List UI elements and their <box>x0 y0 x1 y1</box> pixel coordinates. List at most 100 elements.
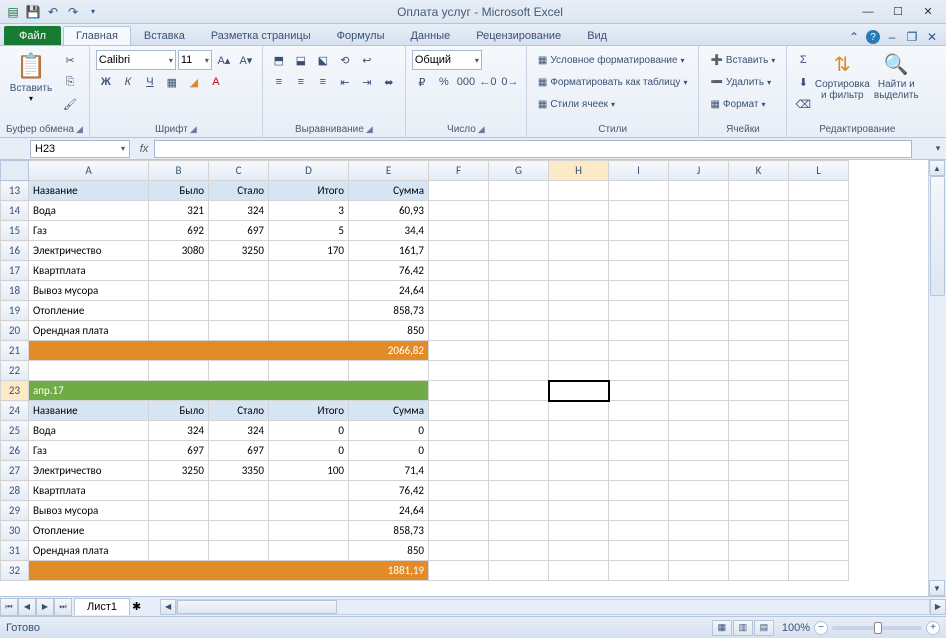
maximize-button[interactable]: ☐ <box>884 3 912 21</box>
zoom-handle[interactable] <box>874 622 882 634</box>
cell-H29[interactable] <box>549 501 609 521</box>
wrap-text-button[interactable]: ↩ <box>357 50 377 70</box>
cell-J22[interactable] <box>669 361 729 381</box>
zoom-level[interactable]: 100% <box>782 622 810 634</box>
cell-C26[interactable]: 697 <box>209 441 269 461</box>
cell-L14[interactable] <box>789 201 849 221</box>
cell-D28[interactable] <box>269 481 349 501</box>
cell-D31[interactable] <box>269 541 349 561</box>
cell-F21[interactable] <box>429 341 489 361</box>
cell-B29[interactable] <box>149 501 209 521</box>
cell-E14[interactable]: 60,93 <box>349 201 429 221</box>
cell-C31[interactable] <box>209 541 269 561</box>
redo-icon[interactable]: ↷ <box>64 3 82 21</box>
cell-L29[interactable] <box>789 501 849 521</box>
cell-G27[interactable] <box>489 461 549 481</box>
cell-B19[interactable] <box>149 301 209 321</box>
align-right-button[interactable]: ≡ <box>313 72 333 92</box>
delete-cells-button[interactable]: ➖Удалить▾ <box>705 72 780 92</box>
clear-button[interactable]: ⌫ <box>793 94 813 114</box>
align-middle-button[interactable]: ⬓ <box>291 50 311 70</box>
cell-G20[interactable] <box>489 321 549 341</box>
row-header-20[interactable]: 20 <box>1 321 29 341</box>
border-button[interactable]: ▦ <box>162 72 182 92</box>
number-format-select[interactable]: Общий▾ <box>412 50 482 70</box>
column-header-H[interactable]: H <box>549 161 609 181</box>
cell-A31[interactable]: Орендная плата <box>29 541 149 561</box>
cell-F26[interactable] <box>429 441 489 461</box>
sort-filter-button[interactable]: ⇅ Сортировка и фильтр <box>817 50 867 103</box>
cell-L13[interactable] <box>789 181 849 201</box>
new-sheet-button[interactable]: ✱ <box>132 600 152 613</box>
zoom-slider[interactable] <box>832 626 922 630</box>
cell-H15[interactable] <box>549 221 609 241</box>
cut-button[interactable]: ✂ <box>60 50 80 70</box>
cell-L22[interactable] <box>789 361 849 381</box>
row-header-19[interactable]: 19 <box>1 301 29 321</box>
cell-K24[interactable] <box>729 401 789 421</box>
cell-J29[interactable] <box>669 501 729 521</box>
cell-I22[interactable] <box>609 361 669 381</box>
cell-E27[interactable]: 71,4 <box>349 461 429 481</box>
row-header-22[interactable]: 22 <box>1 361 29 381</box>
cell-G25[interactable] <box>489 421 549 441</box>
cell-I15[interactable] <box>609 221 669 241</box>
cell-A25[interactable]: Вода <box>29 421 149 441</box>
formula-bar-expand-icon[interactable]: ▾ <box>930 143 946 154</box>
cell-K32[interactable] <box>729 561 789 581</box>
cell-A23[interactable]: апр.17 <box>29 381 429 401</box>
cell-A24[interactable]: Название <box>29 401 149 421</box>
cell-G23[interactable] <box>489 381 549 401</box>
cell-H17[interactable] <box>549 261 609 281</box>
column-header-D[interactable]: D <box>269 161 349 181</box>
cell-B17[interactable] <box>149 261 209 281</box>
align-launcher-icon[interactable]: ◢ <box>366 124 373 135</box>
vscroll-thumb[interactable] <box>930 176 945 296</box>
cell-F18[interactable] <box>429 281 489 301</box>
cell-C22[interactable] <box>209 361 269 381</box>
cell-E18[interactable]: 24,64 <box>349 281 429 301</box>
cell-I16[interactable] <box>609 241 669 261</box>
cell-C20[interactable] <box>209 321 269 341</box>
cell-E22[interactable] <box>349 361 429 381</box>
cell-K13[interactable] <box>729 181 789 201</box>
merge-button[interactable]: ⬌ <box>379 72 399 92</box>
save-icon[interactable]: 💾 <box>24 3 42 21</box>
cell-A18[interactable]: Вывоз мусора <box>29 281 149 301</box>
last-sheet-button[interactable]: ⏭ <box>54 598 72 616</box>
row-header-26[interactable]: 26 <box>1 441 29 461</box>
cell-E19[interactable]: 858,73 <box>349 301 429 321</box>
cell-K17[interactable] <box>729 261 789 281</box>
currency-button[interactable]: ₽ <box>412 72 432 92</box>
cell-L31[interactable] <box>789 541 849 561</box>
shrink-font-button[interactable]: A▾ <box>236 50 256 70</box>
row-header-27[interactable]: 27 <box>1 461 29 481</box>
cell-K19[interactable] <box>729 301 789 321</box>
cell-E31[interactable]: 850 <box>349 541 429 561</box>
cell-J32[interactable] <box>669 561 729 581</box>
cell-E15[interactable]: 34,4 <box>349 221 429 241</box>
autosum-button[interactable]: Σ <box>793 50 813 70</box>
cell-E24[interactable]: Сумма <box>349 401 429 421</box>
cell-H32[interactable] <box>549 561 609 581</box>
cell-I31[interactable] <box>609 541 669 561</box>
column-header-F[interactable]: F <box>429 161 489 181</box>
cell-B26[interactable]: 697 <box>149 441 209 461</box>
font-size-select[interactable]: 11▾ <box>178 50 212 70</box>
cell-I23[interactable] <box>609 381 669 401</box>
cell-C28[interactable] <box>209 481 269 501</box>
cell-A19[interactable]: Отопление <box>29 301 149 321</box>
cell-J17[interactable] <box>669 261 729 281</box>
cell-L16[interactable] <box>789 241 849 261</box>
cell-B27[interactable]: 3250 <box>149 461 209 481</box>
cell-B22[interactable] <box>149 361 209 381</box>
column-header-B[interactable]: B <box>149 161 209 181</box>
cell-D30[interactable] <box>269 521 349 541</box>
cell-J27[interactable] <box>669 461 729 481</box>
cell-J23[interactable] <box>669 381 729 401</box>
row-header-32[interactable]: 32 <box>1 561 29 581</box>
cell-J19[interactable] <box>669 301 729 321</box>
cell-styles-button[interactable]: ▦Стили ячеек▾ <box>533 94 693 114</box>
column-header-L[interactable]: L <box>789 161 849 181</box>
cell-D26[interactable]: 0 <box>269 441 349 461</box>
